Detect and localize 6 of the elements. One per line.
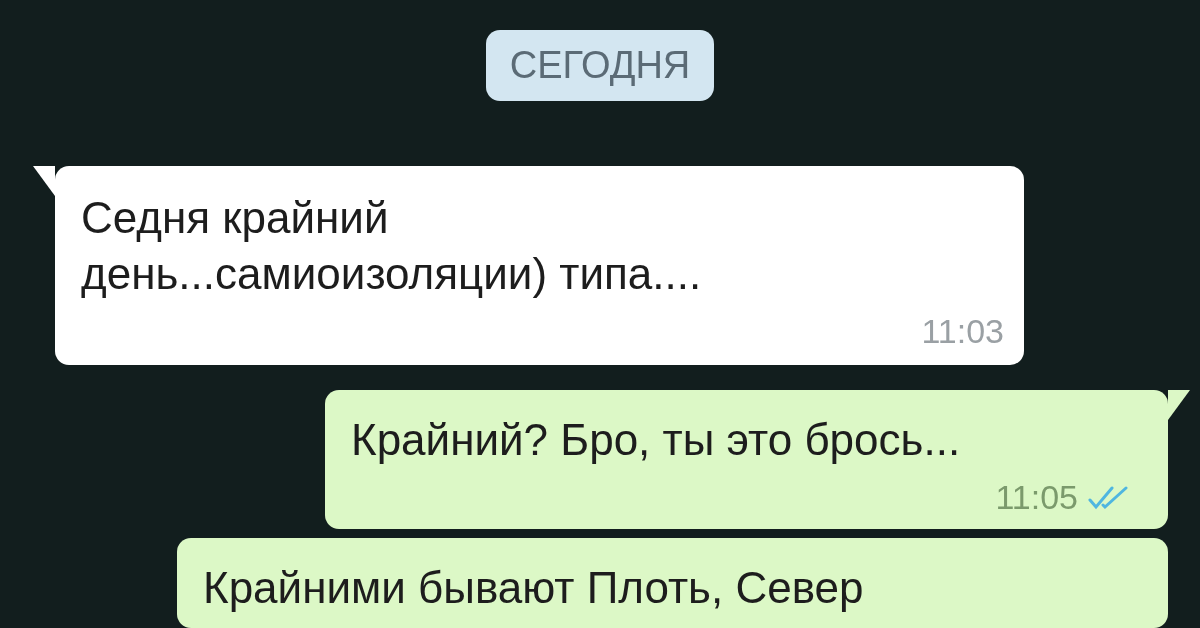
message-text: Седня крайний день...самиоизоляции) типа.... [81,192,703,300]
message-time: 11:05 [995,478,1078,517]
message-text: Крайними бывают Плоть, Север [203,562,865,614]
message-time: 11:03 [921,312,1004,351]
date-badge: СЕГОДНЯ [485,30,715,101]
message-text: Крайний? Бро, ты это брось... [351,414,962,466]
